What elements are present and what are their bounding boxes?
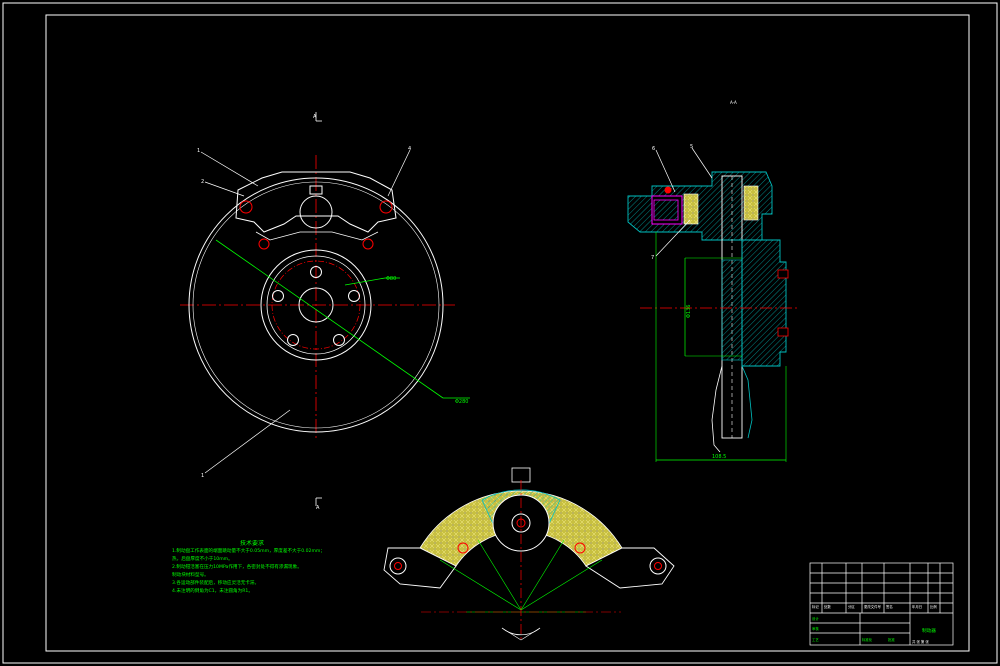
tb-label-review: 审核 xyxy=(812,626,819,631)
balloon-leader xyxy=(204,181,245,197)
balloon-6: 6 xyxy=(652,146,655,152)
front-view: Φ280 Φ80 1 2 4 1 A A xyxy=(180,112,470,511)
bleeder xyxy=(511,467,531,483)
dim-leader-disc xyxy=(215,239,444,399)
balloon-1-disc: 1 xyxy=(201,473,204,479)
balloon-1: 1 xyxy=(197,148,200,154)
dim-bolt-circle: Φ80 xyxy=(386,276,396,282)
tb-label-design: 设计 xyxy=(812,616,819,621)
tb-label-process: 工艺 xyxy=(812,637,819,642)
balloon-leader xyxy=(204,409,291,474)
note-line: 1.制动盘工作表面的端面跳动量不大于0.05mm，厚度差不大于0.02mm； xyxy=(172,549,325,554)
balloon-4: 4 xyxy=(408,146,411,152)
inner-pad xyxy=(683,193,699,225)
bleed-port xyxy=(664,186,672,194)
dust-shield xyxy=(711,365,723,453)
dim-hub-bore: Φ136 xyxy=(686,305,692,318)
outer-pad xyxy=(743,185,759,221)
tb-sheet: 共 张 第 张 xyxy=(912,639,929,644)
dim-overall-width: 108.5 xyxy=(712,454,726,460)
wheel-bolt-hole xyxy=(348,290,360,302)
caliper-top-view xyxy=(383,467,675,641)
mount-hole-right xyxy=(362,238,374,250)
tb-row-zone: 分区 xyxy=(848,604,855,609)
balloon-2: 2 xyxy=(201,179,204,185)
balloon-leader xyxy=(387,149,411,197)
wheel-bolt-hole xyxy=(333,334,345,346)
tb-row-sign: 签名 xyxy=(886,604,893,609)
balloon-leader xyxy=(200,151,259,187)
tb-row-change: 更改文件号 xyxy=(864,604,882,609)
section-label-bottom: A xyxy=(316,505,320,511)
note-line: 热，后盘厚度不小于10mm。 xyxy=(172,557,233,562)
tb-label-approve: 批准 xyxy=(888,637,895,642)
section-label-top: A xyxy=(313,114,317,120)
tb-drawing-title: 制动器 xyxy=(922,627,936,634)
balloon-7: 7 xyxy=(651,255,654,261)
note-line: 4.未注明的倒角为C1，未注圆角为R1。 xyxy=(172,589,253,594)
outer-border xyxy=(2,2,998,664)
balloon-5: 5 xyxy=(690,144,693,150)
mount-hole-left xyxy=(258,238,270,250)
dim-disc-outer: Φ280 xyxy=(455,399,468,405)
side-section-view: A-A Φ136 108.5 6 5 7 xyxy=(627,100,800,462)
drawing-sheet: Φ280 Φ80 1 2 4 1 A A A-A Φ136 108.5 6 5 … xyxy=(2,2,998,664)
caliper-bracket xyxy=(255,231,379,241)
title-block-text: 标记 处数 分区 更改文件号 签名 年月日 设计 审核 工艺 标准化 批准 比例… xyxy=(812,604,937,644)
wheel-bolt-hole xyxy=(272,290,284,302)
tb-row-count: 处数 xyxy=(824,604,831,609)
tb-row-mark: 标记 xyxy=(812,604,819,609)
note-line: 2.制动钳活塞在压力10MPa作用下，各密封处不得有渗漏现象。 xyxy=(172,565,302,570)
wheel-bolt-hole xyxy=(287,334,299,346)
note-line: 3.各运动部件装配后，移动应灵活无卡滞。 xyxy=(172,581,260,586)
technical-requirements: 技术要求 1.制动盘工作表面的端面跳动量不大于0.05mm，厚度差不大于0.02… xyxy=(172,540,372,596)
note-line: 制动块材料型号。 xyxy=(172,573,209,578)
tb-scale: 比例 xyxy=(930,604,937,609)
notes-heading: 技术要求 xyxy=(239,540,264,547)
tb-row-date: 年月日 xyxy=(912,604,922,609)
tb-label-standard: 标准化 xyxy=(862,637,873,642)
hub-section xyxy=(741,239,787,367)
side-view-mark: A-A xyxy=(730,100,737,105)
